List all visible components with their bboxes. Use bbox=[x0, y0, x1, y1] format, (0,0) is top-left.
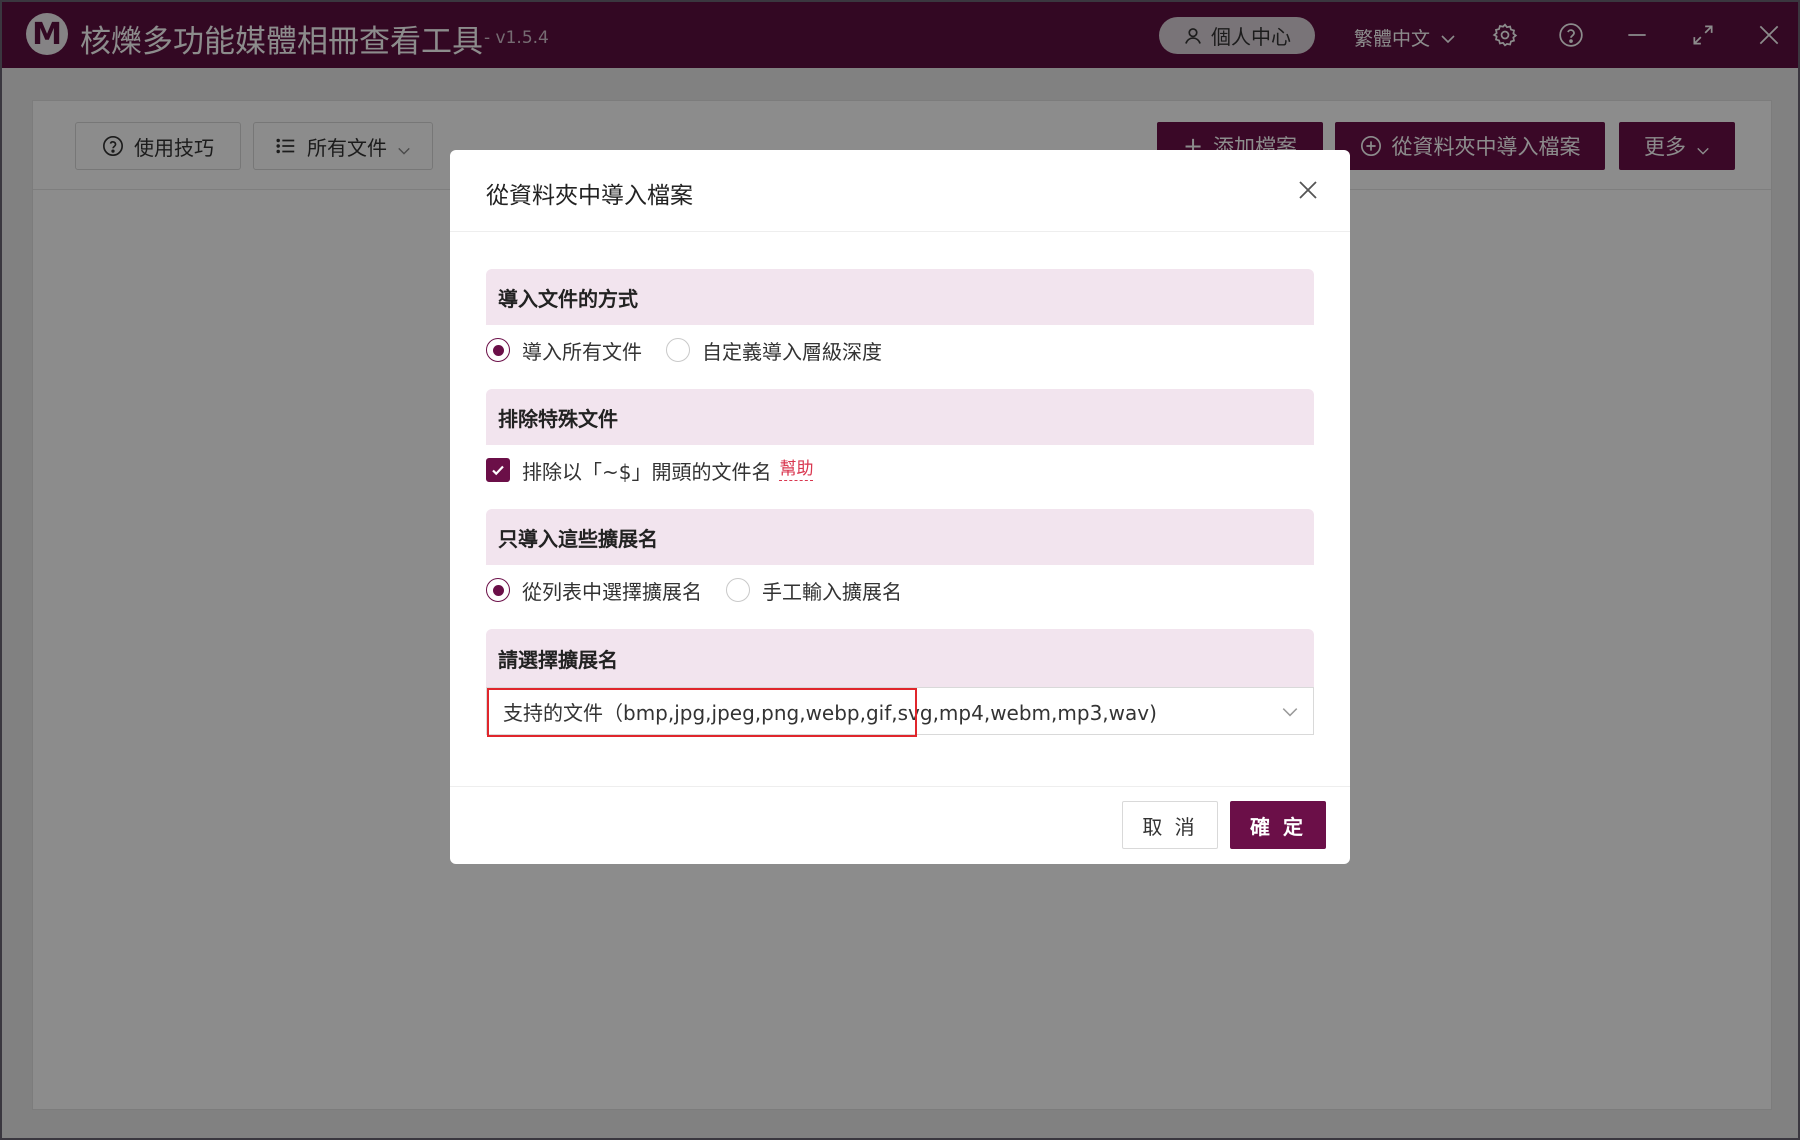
chevron-down-icon bbox=[1281, 702, 1299, 720]
import-mode-options: 導入所有文件 自定義導入層級深度 bbox=[486, 333, 882, 367]
extension-mode-options: 從列表中選擇擴展名 手工輸入擴展名 bbox=[486, 573, 902, 607]
exclude-options: 排除以「~$」開頭的文件名 幫助 bbox=[486, 453, 814, 487]
radio-custom-depth-label[interactable]: 自定義導入層級深度 bbox=[702, 336, 882, 365]
radio-from-list[interactable] bbox=[486, 578, 510, 602]
exclude-tilde-checkbox[interactable] bbox=[486, 458, 510, 482]
radio-from-list-label[interactable]: 從列表中選擇擴展名 bbox=[522, 576, 702, 605]
extension-select-value: 支持的文件（bmp,jpg,jpeg,png,webp,gif,svg,mp4,… bbox=[503, 700, 1157, 725]
extension-select[interactable]: 支持的文件（bmp,jpg,jpeg,png,webp,gif,svg,mp4,… bbox=[486, 687, 1314, 735]
section-extensions-heading: 只導入這些擴展名 bbox=[486, 509, 1314, 565]
dialog-footer: 取 消 確 定 bbox=[450, 786, 1350, 864]
radio-import-all[interactable] bbox=[486, 338, 510, 362]
close-icon[interactable] bbox=[1296, 178, 1320, 202]
confirm-button[interactable]: 確 定 bbox=[1230, 801, 1326, 849]
section-choose-ext-heading: 請選擇擴展名 bbox=[486, 629, 1314, 687]
section-import-mode-heading: 導入文件的方式 bbox=[486, 269, 1314, 325]
exclude-tilde-label[interactable]: 排除以「~$」開頭的文件名 bbox=[522, 456, 771, 485]
import-folder-dialog: 從資料夾中導入檔案 導入文件的方式 導入所有文件 自定義導入層級深度 排除特殊文… bbox=[450, 150, 1350, 864]
section-exclude-heading: 排除特殊文件 bbox=[486, 389, 1314, 445]
radio-import-all-label[interactable]: 導入所有文件 bbox=[522, 336, 642, 365]
help-link[interactable]: 幫助 bbox=[779, 459, 814, 481]
radio-manual-input[interactable] bbox=[726, 578, 750, 602]
dialog-title: 從資料夾中導入檔案 bbox=[486, 183, 693, 209]
radio-custom-depth[interactable] bbox=[666, 338, 690, 362]
cancel-button[interactable]: 取 消 bbox=[1122, 801, 1218, 849]
radio-manual-input-label[interactable]: 手工輸入擴展名 bbox=[762, 576, 902, 605]
dialog-header: 從資料夾中導入檔案 bbox=[450, 150, 1350, 232]
